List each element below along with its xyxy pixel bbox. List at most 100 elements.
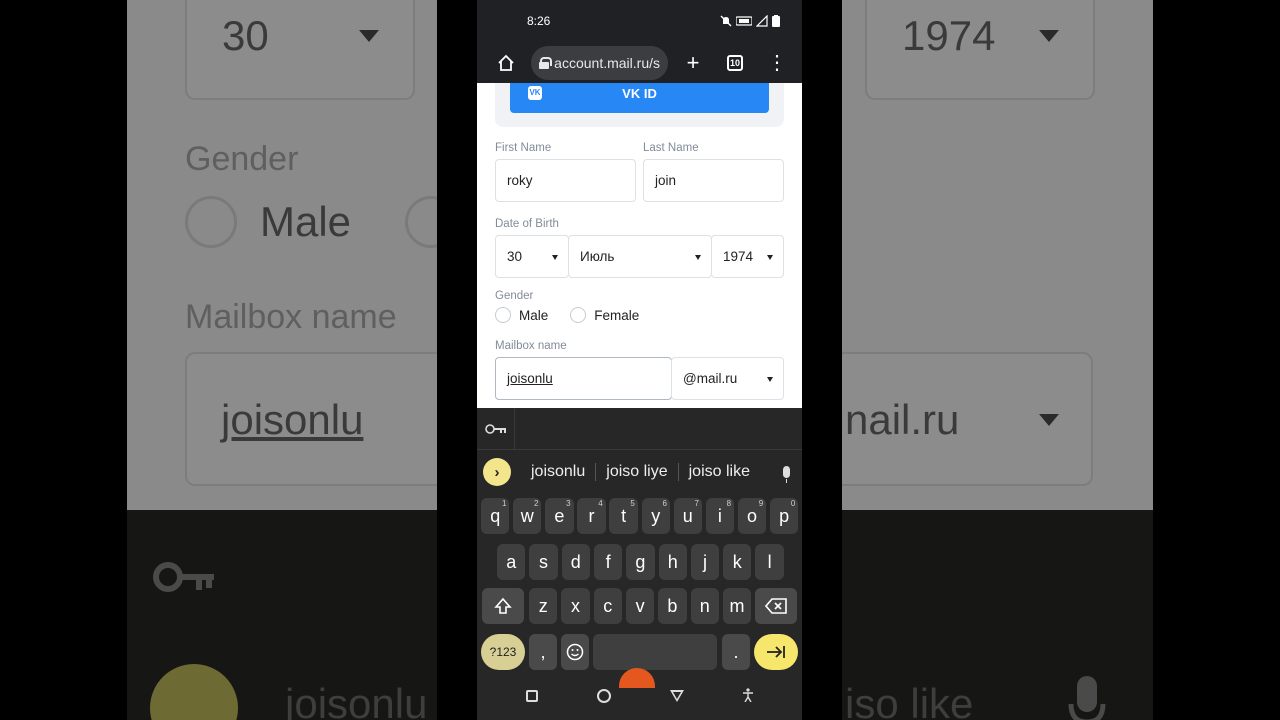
key-y[interactable]: y6 xyxy=(641,498,670,534)
tab-switcher-button[interactable]: 10 xyxy=(718,46,752,80)
key-a[interactable]: a xyxy=(497,544,526,580)
suggestion-item[interactable]: joisonlu xyxy=(521,463,597,481)
shift-icon xyxy=(494,597,512,614)
key-b[interactable]: b xyxy=(658,588,687,624)
key-number-hint: 7 xyxy=(694,499,699,508)
gender-option-female[interactable]: Female xyxy=(594,308,639,323)
suggestion-item[interactable]: joiso liye xyxy=(596,463,679,481)
key-number-hint: 2 xyxy=(534,499,539,508)
new-tab-button[interactable]: + xyxy=(676,46,710,80)
vk-card: VK VK ID xyxy=(495,83,784,127)
key-o[interactable]: o9 xyxy=(737,498,767,534)
period-key[interactable]: . xyxy=(722,634,750,670)
key-k[interactable]: k xyxy=(723,544,752,580)
key-h[interactable]: h xyxy=(658,544,687,580)
bg-suggestion: joisonlu xyxy=(285,680,428,720)
suggestion-item[interactable]: joiso like xyxy=(679,463,760,481)
key-n[interactable]: n xyxy=(690,588,719,624)
key-s[interactable]: s xyxy=(529,544,558,580)
web-page: VK VK ID First Name roky Last Name join … xyxy=(477,83,802,408)
key-d[interactable]: d xyxy=(561,544,590,580)
key-e[interactable]: e3 xyxy=(545,498,574,534)
next-key[interactable] xyxy=(754,634,798,670)
key-label: r xyxy=(588,505,595,526)
menu-button[interactable]: ⋮ xyxy=(760,46,794,80)
phone-screen: 8:26 account.mail.ru/s + 10 ⋮ VK VK ID F… xyxy=(477,0,802,720)
back-nav-button[interactable] xyxy=(669,690,684,702)
key-p[interactable]: p0 xyxy=(769,498,799,534)
key-u[interactable]: u7 xyxy=(673,498,702,534)
key-label: i xyxy=(717,505,722,526)
key-row-1: q1w2e3r4t5y6u7i8o9p0 xyxy=(477,498,802,536)
key-label: p xyxy=(779,505,790,526)
key-q[interactable]: q1 xyxy=(481,498,510,534)
bg-day-value: 30 xyxy=(222,12,269,59)
key-label: u xyxy=(682,505,693,526)
vk-id-button[interactable]: VK VK ID xyxy=(510,83,769,113)
gender-option-male[interactable]: Male xyxy=(519,308,548,323)
status-time: 8:26 xyxy=(527,14,551,28)
accessibility-icon[interactable] xyxy=(742,687,753,705)
home-nav-button[interactable] xyxy=(597,689,612,703)
comma-key[interactable]: , xyxy=(529,634,557,670)
domain-select[interactable]: @mail.ru xyxy=(671,357,784,400)
shift-key[interactable] xyxy=(482,588,524,624)
key-r[interactable]: r4 xyxy=(577,498,606,534)
video-frame: 30 1974 Gender Male Mailbox name joisonl… xyxy=(0,0,1280,720)
expand-arrow-icon[interactable]: › xyxy=(483,458,511,486)
key-label: e xyxy=(554,505,565,526)
password-key-button[interactable] xyxy=(477,407,515,450)
key-x[interactable]: x xyxy=(561,588,590,624)
address-bar[interactable]: account.mail.ru/s xyxy=(531,45,668,80)
key-label: o xyxy=(746,505,757,526)
key-t[interactable]: t5 xyxy=(609,498,638,534)
bg-chevron-down-icon xyxy=(1039,30,1059,42)
home-button[interactable] xyxy=(489,46,523,80)
key-number-hint: 5 xyxy=(630,499,635,508)
dob-year-select[interactable]: 1974 xyxy=(711,235,784,278)
backspace-icon xyxy=(765,598,787,614)
key-l[interactable]: l xyxy=(755,544,784,580)
backspace-key[interactable] xyxy=(755,588,797,624)
caret-down-icon xyxy=(552,255,558,260)
mic-button[interactable] xyxy=(776,466,796,483)
recents-button[interactable] xyxy=(526,690,539,702)
key-number-hint: 0 xyxy=(790,499,796,508)
emoji-key[interactable] xyxy=(561,634,589,670)
tab-count: 10 xyxy=(727,54,743,71)
last-name-field[interactable]: join xyxy=(643,159,784,202)
first-name-field[interactable]: roky xyxy=(495,159,636,202)
emoji-icon xyxy=(566,643,584,661)
mute-icon xyxy=(720,15,732,27)
browser-toolbar: account.mail.ru/s + 10 ⋮ xyxy=(477,42,802,83)
system-nav-bar xyxy=(477,672,802,720)
key-f[interactable]: f xyxy=(593,544,623,580)
last-name-label: Last Name xyxy=(643,142,699,154)
key-z[interactable]: z xyxy=(529,588,558,624)
bg-chevron-down-icon xyxy=(359,30,379,42)
dob-month-select[interactable]: Июль xyxy=(568,235,712,278)
symbols-key[interactable]: ?123 xyxy=(481,634,525,670)
key-v[interactable]: v xyxy=(625,588,655,624)
bg-radio-male xyxy=(185,196,237,248)
url-text: account.mail.ru/s xyxy=(554,54,660,71)
key-c[interactable]: c xyxy=(593,588,622,624)
key-i[interactable]: i8 xyxy=(705,498,735,534)
dob-day-value: 30 xyxy=(507,249,523,264)
radio-female[interactable] xyxy=(570,307,587,323)
bg-key-icon xyxy=(152,552,216,606)
key-number-hint: 9 xyxy=(758,499,764,508)
key-m[interactable]: m xyxy=(722,588,752,624)
key-number-hint: 6 xyxy=(662,499,667,508)
key-w[interactable]: w2 xyxy=(513,498,542,534)
radio-male[interactable] xyxy=(495,307,511,323)
key-number-hint: 8 xyxy=(726,499,732,508)
mailbox-input[interactable]: joisonlu xyxy=(495,357,672,400)
space-key[interactable] xyxy=(593,634,717,670)
dob-day-select[interactable]: 30 xyxy=(495,235,569,278)
key-j[interactable]: j xyxy=(690,544,720,580)
key-g[interactable]: g xyxy=(626,544,655,580)
vk-logo-icon: VK xyxy=(528,86,542,100)
more-vert-icon: ⋮ xyxy=(767,51,787,74)
key-row-3: zxcvbnm xyxy=(477,588,802,626)
